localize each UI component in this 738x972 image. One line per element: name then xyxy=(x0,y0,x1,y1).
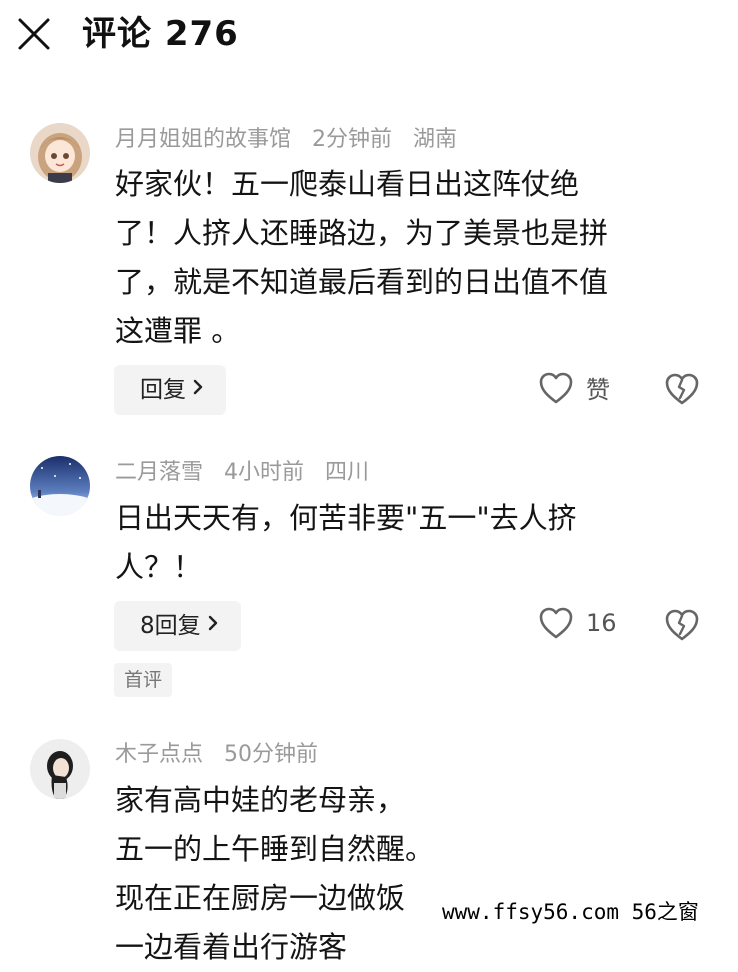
comments-header: 评论 276 xyxy=(0,0,738,84)
reply-label: 回复 xyxy=(140,377,186,403)
comment-time: 50分钟前 xyxy=(224,742,319,767)
first-comment-badge: 首评 xyxy=(114,663,173,697)
comment-location: 四川 xyxy=(325,460,370,485)
close-icon[interactable] xyxy=(14,14,54,54)
anime-girl-avatar[interactable] xyxy=(30,123,90,183)
reply-button[interactable]: 回复 xyxy=(114,365,226,415)
comment-meta: 二月落雪 4小时前 四川 xyxy=(115,458,383,488)
comment-location: 湖南 xyxy=(413,127,458,152)
like-button[interactable]: 16 xyxy=(538,606,617,646)
heart-icon xyxy=(538,607,574,639)
comment-meta: 木子点点 50分钟前 xyxy=(115,740,332,770)
comment-time: 4小时前 xyxy=(224,460,305,485)
heart-icon xyxy=(538,372,574,403)
snow-landscape-avatar[interactable] xyxy=(30,456,90,516)
chevron-right-icon xyxy=(192,364,204,414)
girl-portrait-avatar[interactable] xyxy=(30,739,90,799)
site-watermark: www.ffsy56.com 56之窗 xyxy=(438,894,703,928)
comment-meta: 月月姐姐的故事馆 2分钟前 湖南 xyxy=(115,125,471,155)
like-label: 赞 xyxy=(586,376,610,404)
username[interactable]: 月月姐姐的故事馆 xyxy=(115,127,291,152)
page-title: 评论 276 xyxy=(82,14,239,54)
broken-heart-icon[interactable] xyxy=(664,372,700,408)
comment-text: 日出天天有，何苦非要"五一"去人挤 人？！ xyxy=(115,501,577,584)
comment-time: 2分钟前 xyxy=(312,127,393,152)
reply-label: 8回复 xyxy=(140,613,201,639)
chevron-right-icon xyxy=(207,600,219,650)
comment-text: 家有高中娃的老母亲， 五一的上午睡到自然醒。 现在正在厨房一边做饭 一边看着出行… xyxy=(115,783,435,964)
comment-text: 好家伙！五一爬泰山看日出这阵仗绝 了！人挤人还睡路边，为了美景也是拼 了，就是不… xyxy=(115,167,609,348)
reply-button[interactable]: 8回复 xyxy=(114,601,241,651)
broken-heart-icon[interactable] xyxy=(664,608,700,644)
username[interactable]: 二月落雪 xyxy=(115,460,203,485)
like-button[interactable]: 赞 xyxy=(538,370,610,410)
username[interactable]: 木子点点 xyxy=(115,742,203,767)
like-count: 16 xyxy=(586,609,617,637)
